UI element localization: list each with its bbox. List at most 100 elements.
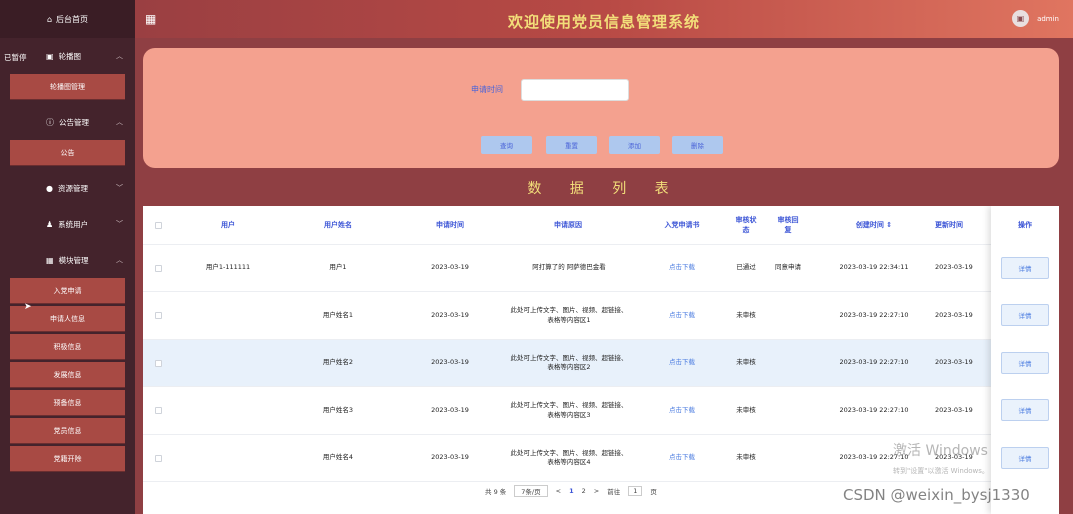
add-button[interactable]: 添加 [609, 136, 660, 154]
paused-indicator: 已暂停 [4, 53, 27, 62]
download-link[interactable]: 点击下载 [643, 245, 721, 291]
search-button[interactable]: 查询 [481, 136, 532, 154]
sidebar-home-label: 后台首页 [56, 14, 89, 24]
table-row[interactable]: 用户姓名1 2023-03-19 此处可上传文字、图片、视频、超链接、表格等内容… [143, 292, 1059, 340]
col-reason: 申请原因 [554, 220, 582, 229]
cell-reason: 此处可上传文字、图片、视频、超链接、表格等内容区2 [510, 353, 628, 371]
col-file: 入党申请书 [664, 220, 700, 229]
grid-icon: ▦ [46, 255, 54, 265]
sidebar-group-notice[interactable]: ⓘ 公告管理 ︿ [0, 104, 135, 140]
download-link[interactable]: 点击下载 [643, 292, 721, 339]
chevron-down-icon: ﹀ [116, 220, 123, 228]
pager-total: 共 9 条 [485, 488, 507, 496]
chevron-up-icon: ︿ [116, 52, 123, 60]
page-1[interactable]: 1 [569, 487, 574, 495]
cell-status: 未审核 [736, 310, 756, 319]
col-name: 用户姓名 [324, 220, 352, 229]
cell-reply: 同意申请 [775, 263, 801, 272]
row-checkbox[interactable] [151, 340, 165, 386]
sidebar-item-active-info[interactable]: 积极信息 [10, 334, 125, 360]
detail-button[interactable]: 详情 [1001, 304, 1049, 326]
operation-column: 操作 详情 详情 详情 详情 详情 [991, 206, 1059, 514]
top-header: ▦ 欢迎使用党员信息管理系统 ▣ admin [135, 0, 1073, 38]
page-2[interactable]: 2 [582, 487, 586, 495]
page-title: 欢迎使用党员信息管理系统 [507, 13, 700, 31]
goto-label: 前往 [607, 488, 621, 496]
sidebar-group-label: 模块管理 [58, 255, 89, 265]
data-list-title: 数 据 列 表 [527, 181, 681, 197]
sidebar-group-sysuser[interactable]: ♟ 系统用户 ﹀ [0, 206, 135, 242]
download-link[interactable]: 点击下载 [643, 435, 721, 481]
image-icon: ▣ [46, 51, 54, 61]
bulb-icon: ● [46, 183, 53, 193]
sidebar-item-probation-info[interactable]: 预备信息 [10, 390, 125, 416]
next-page-button[interactable]: > [594, 487, 599, 495]
col-operation: 操作 [1018, 221, 1032, 230]
cell-reply [771, 387, 805, 434]
sidebar-item-development-info[interactable]: 发展信息 [10, 362, 125, 388]
apply-time-input[interactable] [521, 79, 629, 101]
col-status: 审核状态 [735, 215, 757, 234]
sidebar-item-notice[interactable]: 公告 [10, 140, 125, 166]
mouse-cursor-icon: ➤ [24, 302, 32, 312]
reset-button[interactable]: 重置 [546, 136, 597, 154]
cell-user: 用户1-111111 [205, 263, 251, 272]
prev-page-button[interactable]: < [556, 487, 561, 495]
detail-button[interactable]: 详情 [1001, 257, 1049, 279]
row-checkbox[interactable] [151, 387, 165, 434]
cell-updated: 2023-03-19 [935, 310, 973, 319]
cell-status: 未审核 [736, 405, 756, 414]
avatar[interactable]: ▣ [1012, 10, 1029, 27]
cell-user [183, 387, 273, 434]
table-row[interactable]: 用户姓名2 2023-03-19 此处可上传文字、图片、视频、超链接、表格等内容… [143, 340, 1059, 387]
goto-page-input[interactable]: 1 [628, 486, 643, 496]
cell-date: 2023-03-19 [431, 310, 469, 319]
page-size-select[interactable]: 7条/页 [514, 485, 548, 497]
download-link[interactable]: 点击下载 [643, 387, 721, 434]
username[interactable]: admin [1037, 15, 1059, 23]
sidebar: ⌂ 后台首页 ▣ 轮播图 ︿ 轮播图管理 ⓘ 公告管理 ︿ 公告 ● 资源管理 … [0, 0, 135, 514]
download-link[interactable]: 点击下载 [643, 340, 721, 386]
row-checkbox[interactable] [151, 292, 165, 339]
detail-button[interactable]: 详情 [1001, 352, 1049, 374]
cell-name: 用户1 [329, 263, 347, 272]
sidebar-home[interactable]: ⌂ 后台首页 [0, 0, 135, 38]
col-updated: 更新时间 [935, 220, 963, 229]
row-checkbox[interactable] [151, 245, 165, 291]
pagination: 共 9 条 7条/页 < 1 2 > 前往 1 页 [485, 485, 665, 497]
cell-reply [771, 340, 805, 386]
detail-button[interactable]: 详情 [1001, 447, 1049, 469]
col-created[interactable]: 创建时间 ⇕ [819, 206, 929, 244]
table-row[interactable]: 用户1-111111 用户1 2023-03-19 阿打算了的 阿萨德巴金看 点… [143, 245, 1059, 292]
chevron-up-icon: ︿ [116, 256, 123, 264]
cell-name: 用户姓名3 [322, 405, 354, 414]
cell-name: 用户姓名4 [322, 453, 354, 462]
sidebar-item-expulsion[interactable]: 党籍开除 [10, 446, 125, 472]
csdn-watermark: CSDN @weixin_bysj1330 [843, 486, 1030, 504]
detail-button[interactable]: 详情 [1001, 399, 1049, 421]
sidebar-item-application[interactable]: 入党申请 [10, 278, 125, 304]
windows-activation-watermark: 激活 Windows [893, 443, 988, 459]
sidebar-group-resource[interactable]: ● 资源管理 ﹀ [0, 170, 135, 206]
cell-date: 2023-03-19 [431, 358, 469, 367]
delete-button[interactable]: 删除 [672, 136, 723, 154]
sidebar-group-module[interactable]: ▦ 模块管理 ︿ [0, 242, 135, 278]
cell-updated: 2023-03-19 [935, 405, 973, 414]
select-all-checkbox[interactable] [151, 206, 165, 244]
home-icon: ⌂ [46, 14, 53, 24]
sidebar-item-carousel-manage[interactable]: 轮播图管理 [10, 74, 125, 100]
sidebar-item-member-info[interactable]: 党员信息 [10, 418, 125, 444]
col-user: 用户 [221, 220, 235, 229]
sidebar-group-label: 资源管理 [57, 183, 88, 193]
cell-reason: 此处可上传文字、图片、视频、超链接、表格等内容区4 [510, 448, 628, 466]
col-date: 申请时间 [436, 220, 464, 229]
cell-user [183, 292, 273, 339]
row-checkbox[interactable] [151, 435, 165, 481]
cell-updated: 2023-03-19 [935, 263, 973, 272]
cell-date: 2023-03-19 [431, 263, 469, 272]
cell-reply [771, 435, 805, 481]
table-row[interactable]: 用户姓名3 2023-03-19 此处可上传文字、图片、视频、超链接、表格等内容… [143, 387, 1059, 435]
cell-user [183, 340, 273, 386]
cell-updated: 2023-03-19 [935, 358, 973, 367]
cell-reply [771, 292, 805, 339]
